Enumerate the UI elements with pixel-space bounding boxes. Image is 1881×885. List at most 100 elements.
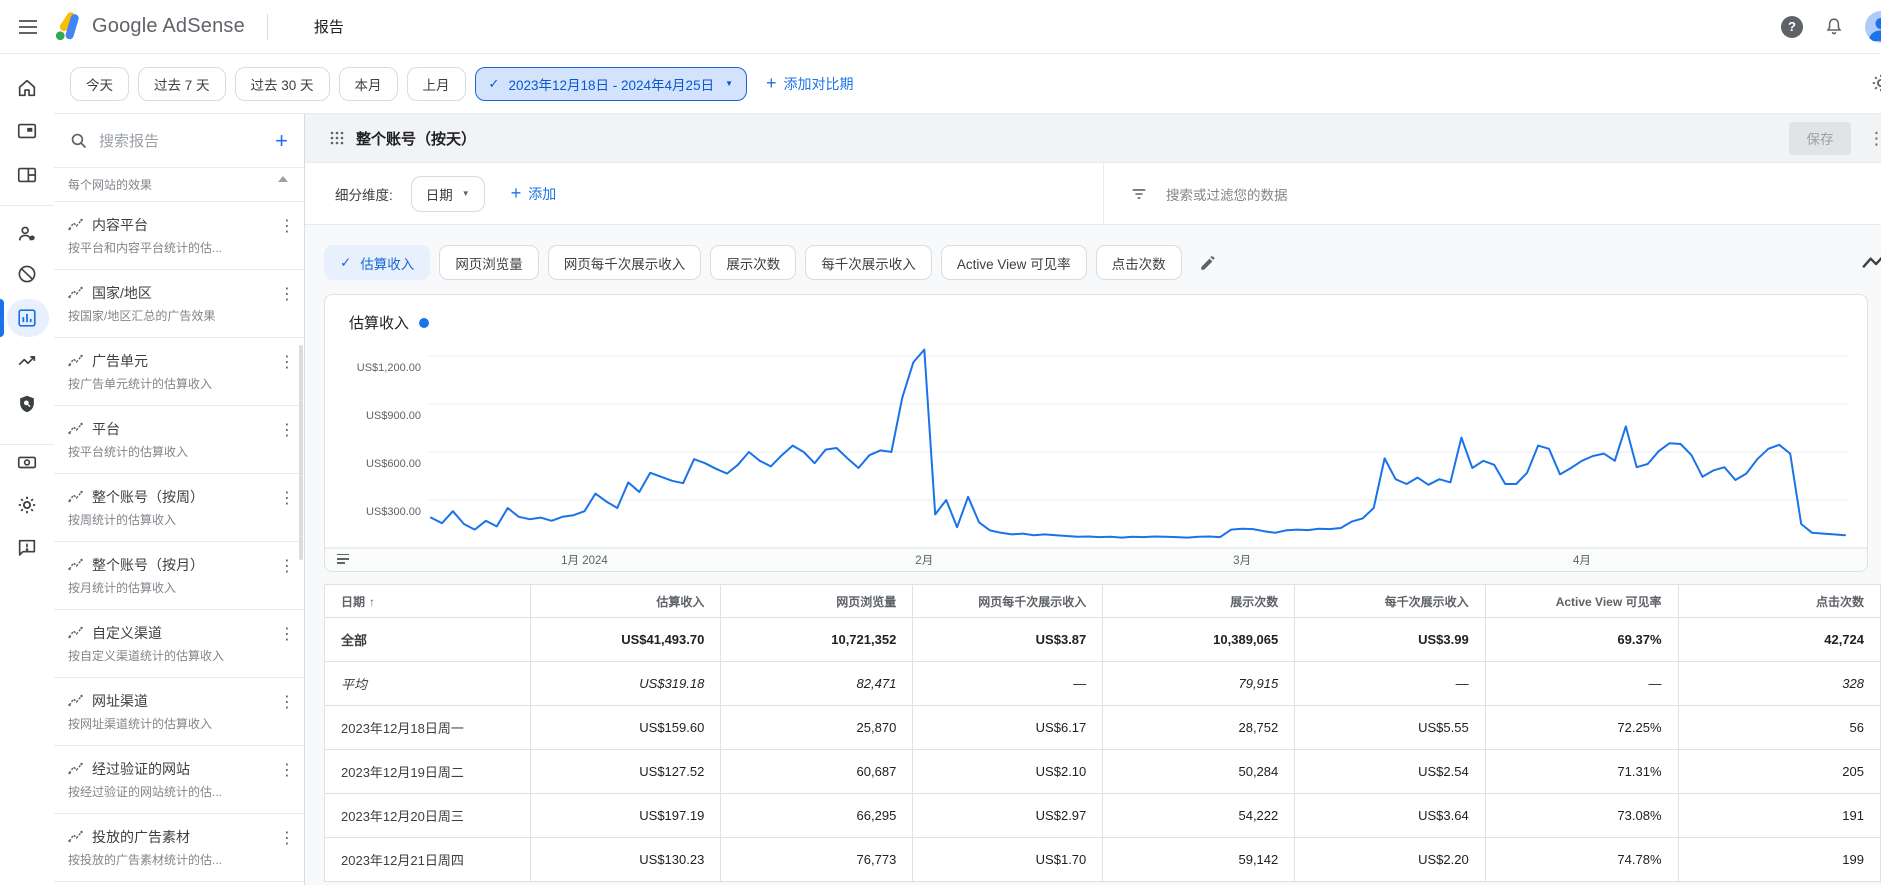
nav-sites-icon[interactable] (0, 160, 54, 190)
adsense-logo[interactable]: Google AdSense (54, 12, 245, 42)
search-icon (70, 132, 87, 149)
dimension-dropdown[interactable]: 日期 ▼ (411, 176, 485, 212)
scrolled-report-item[interactable]: 每个网站的效果 (54, 168, 304, 202)
svg-text:US$1,200.00: US$1,200.00 (357, 362, 421, 374)
metric-chip[interactable]: ✓估算收入 (324, 245, 430, 280)
item-more-options-icon[interactable]: ⋮ (278, 488, 296, 508)
report-list-item[interactable]: 内容平台按平台和内容平台统计的估...⋮ (54, 202, 304, 270)
date-preset-chip[interactable]: 今天 (70, 67, 129, 101)
scroll-up-arrow[interactable] (278, 176, 288, 182)
report-list-item[interactable]: 网址渠道按网址渠道统计的估算收入⋮ (54, 678, 304, 746)
value-cell: US$1.70 (913, 838, 1103, 882)
metric-chip[interactable]: 网页每千次展示收入 (548, 245, 702, 280)
metric-chip[interactable]: 网页浏览量 (439, 245, 539, 280)
nav-brand-safety-icon[interactable] (0, 219, 54, 249)
report-item-title: 投放的广告素材 (92, 827, 190, 847)
edit-metrics-pencil-icon[interactable] (1199, 254, 1217, 272)
report-list-item[interactable]: 国家/地区按国家/地区汇总的广告效果⋮ (54, 270, 304, 338)
nav-ads-icon[interactable] (0, 116, 54, 146)
date-preset-chip[interactable]: 本月 (339, 67, 398, 101)
report-item-title: 平台 (92, 419, 120, 439)
report-item-description: 按网址渠道统计的估算收入 (68, 715, 273, 732)
date-presets: 今天过去 7 天过去 30 天本月上月 (70, 67, 466, 101)
metric-chip[interactable]: 点击次数 (1096, 245, 1182, 280)
chart-table-toggle-icon[interactable] (337, 554, 349, 564)
chevron-down-icon: ▼ (462, 189, 470, 198)
metric-chip[interactable]: 每千次展示收入 (805, 245, 932, 280)
item-more-options-icon[interactable]: ⋮ (278, 760, 296, 780)
column-header-label: 展示次数 (1230, 595, 1278, 609)
nav-reports-icon[interactable] (0, 303, 54, 333)
report-list-item[interactable]: 平台按平台统计的估算收入⋮ (54, 406, 304, 474)
date-preset-chip[interactable]: 过去 7 天 (138, 67, 226, 101)
item-more-options-icon[interactable]: ⋮ (278, 692, 296, 712)
nav-home-icon[interactable] (0, 73, 54, 103)
value-cell: 72.25% (1485, 706, 1678, 750)
value-cell: US$2.97 (913, 794, 1103, 838)
column-header-4[interactable]: 展示次数 (1103, 585, 1295, 618)
item-more-options-icon[interactable]: ⋮ (278, 216, 296, 236)
save-button[interactable]: 保存 (1789, 122, 1851, 155)
nav-blocking-controls-icon[interactable] (0, 259, 54, 289)
column-header-date[interactable]: 日期↑ (325, 585, 531, 618)
menu-icon[interactable] (16, 15, 40, 39)
column-header-6[interactable]: Active View 可见率 (1485, 585, 1678, 618)
item-more-options-icon[interactable]: ⋮ (278, 352, 296, 372)
date-range-toolbar: 今天过去 7 天过去 30 天本月上月 ✓ 2023年12月18日 - 2024… (54, 54, 1881, 114)
add-dimension-button[interactable]: + 添加 (511, 183, 557, 204)
report-list-item[interactable]: 整个账号（按月）按月统计的估算收入⋮ (54, 542, 304, 610)
report-item-title: 广告单元 (92, 351, 148, 371)
metric-chip[interactable]: 展示次数 (710, 245, 796, 280)
column-header-7[interactable]: 点击次数 (1678, 585, 1880, 618)
panel-scrollbar-thumb[interactable] (299, 345, 303, 560)
column-header-3[interactable]: 网页每千次展示收入 (913, 585, 1103, 618)
value-cell: US$2.20 (1295, 838, 1485, 882)
nav-payments-icon[interactable] (0, 447, 54, 477)
report-item-description: 按平台和内容平台统计的估... (68, 239, 273, 256)
item-more-options-icon[interactable]: ⋮ (278, 828, 296, 848)
column-header-5[interactable]: 每千次展示收入 (1295, 585, 1485, 618)
new-report-plus-button[interactable]: + (275, 128, 288, 154)
report-list-item[interactable]: 投放的广告素材按投放的广告素材统计的估...⋮ (54, 814, 304, 882)
notifications-bell-icon[interactable] (1823, 16, 1845, 38)
nav-optimization-icon[interactable] (0, 346, 54, 376)
report-list-item[interactable]: 整个账号（按周）按周统计的估算收入⋮ (54, 474, 304, 542)
report-item-title: 整个账号（按周） (92, 487, 204, 507)
report-list-item[interactable]: 自定义渠道按自定义渠道统计的估算收入⋮ (54, 610, 304, 678)
svg-text:US$300.00: US$300.00 (366, 506, 421, 518)
value-cell: 71.31% (1485, 750, 1678, 794)
top-app-bar: Google AdSense 报告 ? (0, 0, 1881, 54)
chart-compare-icon[interactable] (1862, 251, 1881, 275)
item-more-options-icon[interactable]: ⋮ (278, 556, 296, 576)
column-header-2[interactable]: 网页浏览量 (721, 585, 913, 618)
date-preset-chip[interactable]: 过去 30 天 (235, 67, 330, 101)
date-preset-chip[interactable]: 上月 (407, 67, 466, 101)
sparkline-icon (68, 694, 84, 708)
chart-title: 估算收入 (349, 312, 409, 333)
metric-chip[interactable]: Active View 可见率 (941, 245, 1087, 280)
report-list-item[interactable]: 经过验证的网站按经过验证的网站统计的估...⋮ (54, 746, 304, 814)
report-list-item[interactable]: 广告单元按广告单元统计的估算收入⋮ (54, 338, 304, 406)
value-cell: 73.08% (1485, 794, 1678, 838)
account-avatar[interactable] (1865, 11, 1881, 43)
selected-date-range-chip[interactable]: ✓ 2023年12月18日 - 2024年4月25日 ▼ (475, 67, 747, 101)
brand-text: Google AdSense (92, 15, 245, 38)
add-comparison-button[interactable]: + 添加对比期 (766, 73, 854, 94)
column-header-label: 日期 (341, 595, 365, 609)
report-settings-gear-icon[interactable] (1870, 72, 1881, 94)
item-more-options-icon[interactable]: ⋮ (278, 420, 296, 440)
sparkline-icon (68, 490, 84, 504)
sparkline-icon (68, 830, 84, 844)
drag-grid-icon[interactable] (330, 131, 344, 145)
nav-policy-center-icon[interactable] (0, 389, 54, 419)
item-more-options-icon[interactable]: ⋮ (278, 284, 296, 304)
search-reports-input[interactable]: 搜索报告 (99, 130, 263, 151)
column-header-1[interactable]: 估算收入 (530, 585, 720, 618)
more-options-icon[interactable]: ⋮ (1868, 129, 1881, 149)
help-icon[interactable]: ? (1781, 16, 1803, 38)
report-item-description: 按经过验证的网站统计的估... (68, 783, 273, 800)
nav-feedback-icon[interactable] (0, 533, 54, 563)
filter-search-input[interactable]: 搜索或过滤您的数据 (1103, 163, 1881, 224)
item-more-options-icon[interactable]: ⋮ (278, 624, 296, 644)
nav-settings-icon[interactable] (0, 490, 54, 520)
